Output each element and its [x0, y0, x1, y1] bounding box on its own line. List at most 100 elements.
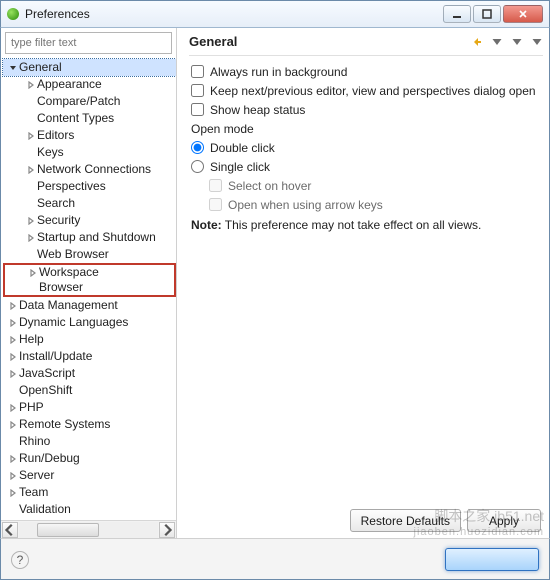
chevron-right-icon[interactable]	[25, 81, 37, 89]
chevron-right-icon[interactable]	[7, 353, 19, 361]
chevron-right-icon[interactable]	[7, 302, 19, 310]
tree-item[interactable]: Keys	[3, 144, 176, 161]
chevron-right-icon[interactable]	[7, 319, 19, 327]
tree-item[interactable]: JavaScript	[3, 365, 176, 382]
chevron-right-icon[interactable]	[7, 455, 19, 463]
show-heap-checkbox[interactable]: Show heap status	[191, 100, 541, 119]
checkbox-label: Always run in background	[210, 65, 347, 79]
chevron-right-icon[interactable]	[7, 472, 19, 480]
dropdown-icon[interactable]	[511, 36, 523, 48]
restore-defaults-button[interactable]: Restore Defaults	[350, 509, 461, 532]
tree-item[interactable]: Remote Systems	[3, 416, 176, 433]
tree-item[interactable]: Server	[3, 467, 176, 484]
page-title: General	[189, 34, 471, 49]
tree-item-label: Web Browser	[37, 246, 109, 263]
checkbox-label: Show heap status	[210, 103, 305, 117]
tree-item[interactable]: Web	[3, 518, 176, 520]
note-text: Note: This preference may not take effec…	[191, 218, 541, 232]
tree-item-label: Dynamic Languages	[19, 314, 128, 331]
tree-item[interactable]: Appearance	[3, 76, 176, 93]
maximize-button[interactable]	[473, 5, 501, 23]
tree-item[interactable]: Web Browser	[3, 246, 176, 263]
tree-item[interactable]: Help	[3, 331, 176, 348]
tree-item-label: OpenShift	[19, 382, 72, 399]
tree-item-label: Keys	[37, 144, 64, 161]
tree-item-label: Browser	[39, 280, 83, 296]
tree-item-label: Rhino	[19, 433, 50, 450]
chevron-right-icon[interactable]	[7, 421, 19, 429]
chevron-right-icon[interactable]	[25, 166, 37, 174]
help-icon[interactable]: ?	[11, 551, 29, 569]
tree-item[interactable]: Search	[3, 195, 176, 212]
window-title: Preferences	[25, 7, 443, 21]
scroll-thumb[interactable]	[37, 523, 99, 537]
tree-item-label: Web	[19, 518, 43, 520]
filter-input[interactable]	[5, 32, 172, 54]
tree-item[interactable]: Dynamic Languages	[3, 314, 176, 331]
tree-item-label: Network Connections	[37, 161, 151, 178]
tree-item[interactable]: Browser	[3, 280, 176, 297]
window-titlebar: Preferences	[0, 0, 550, 28]
tree-horizontal-scrollbar[interactable]	[1, 520, 176, 538]
tree-item[interactable]: Rhino	[3, 433, 176, 450]
dropdown-icon[interactable]	[491, 36, 503, 48]
tree-item-label: Workspace	[39, 264, 99, 280]
dialog-footer: ?	[0, 538, 550, 580]
tree-item-label: Security	[37, 212, 80, 229]
scroll-track[interactable]	[19, 522, 158, 538]
tree-item[interactable]: PHP	[3, 399, 176, 416]
close-button[interactable]	[503, 5, 543, 23]
radio-label: Single click	[210, 160, 270, 174]
tree-item[interactable]: Workspace	[3, 263, 176, 280]
tree-item[interactable]: Content Types	[3, 110, 176, 127]
tree-item-label: Help	[19, 331, 44, 348]
tree-item-label: Data Management	[19, 297, 118, 314]
double-click-radio[interactable]: Double click	[191, 138, 541, 157]
select-on-hover-checkbox: Select on hover	[209, 176, 541, 195]
tree-item[interactable]: Install/Update	[3, 348, 176, 365]
checkbox-label: Open when using arrow keys	[228, 198, 383, 212]
tree-item[interactable]: Perspectives	[3, 178, 176, 195]
preferences-tree[interactable]: GeneralAppearanceCompare/PatchContent Ty…	[1, 58, 176, 520]
chevron-right-icon[interactable]	[25, 234, 37, 242]
always-run-bg-checkbox[interactable]: Always run in background	[191, 62, 541, 81]
detail-panel: General Always run in background Keep ne…	[177, 28, 549, 538]
checkbox-label: Keep next/previous editor, view and pers…	[210, 84, 536, 98]
chevron-right-icon[interactable]	[7, 336, 19, 344]
tree-item[interactable]: Editors	[3, 127, 176, 144]
tree-item[interactable]: Network Connections	[3, 161, 176, 178]
tree-item[interactable]: General	[3, 59, 176, 76]
tree-item-label: Server	[19, 467, 54, 484]
checkbox-label: Select on hover	[228, 179, 311, 193]
chevron-right-icon[interactable]	[7, 404, 19, 412]
scroll-right-icon[interactable]	[159, 522, 175, 538]
tree-item[interactable]: Security	[3, 212, 176, 229]
back-icon[interactable]	[471, 36, 483, 48]
tree-item-label: Team	[19, 484, 48, 501]
tree-item[interactable]: Team	[3, 484, 176, 501]
tree-item[interactable]: Run/Debug	[3, 450, 176, 467]
tree-item[interactable]: Validation	[3, 501, 176, 518]
tree-item-label: Remote Systems	[19, 416, 110, 433]
ok-button[interactable]	[445, 548, 539, 571]
minimize-button[interactable]	[443, 5, 471, 23]
tree-item-label: Content Types	[37, 110, 114, 127]
chevron-right-icon[interactable]	[25, 132, 37, 140]
tree-item-label: Startup and Shutdown	[37, 229, 156, 246]
tree-item-label: Run/Debug	[19, 450, 80, 467]
chevron-right-icon[interactable]	[7, 370, 19, 378]
chevron-down-icon[interactable]	[7, 64, 19, 72]
chevron-right-icon[interactable]	[7, 489, 19, 497]
tree-item[interactable]: Startup and Shutdown	[3, 229, 176, 246]
single-click-radio[interactable]: Single click	[191, 157, 541, 176]
dropdown-icon[interactable]	[531, 36, 543, 48]
tree-item[interactable]: Data Management	[3, 297, 176, 314]
tree-item-label: General	[19, 59, 62, 76]
chevron-right-icon[interactable]	[25, 217, 37, 225]
chevron-right-icon[interactable]	[27, 269, 39, 277]
tree-item[interactable]: OpenShift	[3, 382, 176, 399]
apply-button[interactable]: Apply	[467, 509, 541, 532]
keep-dialog-checkbox[interactable]: Keep next/previous editor, view and pers…	[191, 81, 541, 100]
scroll-left-icon[interactable]	[2, 522, 18, 538]
tree-item[interactable]: Compare/Patch	[3, 93, 176, 110]
